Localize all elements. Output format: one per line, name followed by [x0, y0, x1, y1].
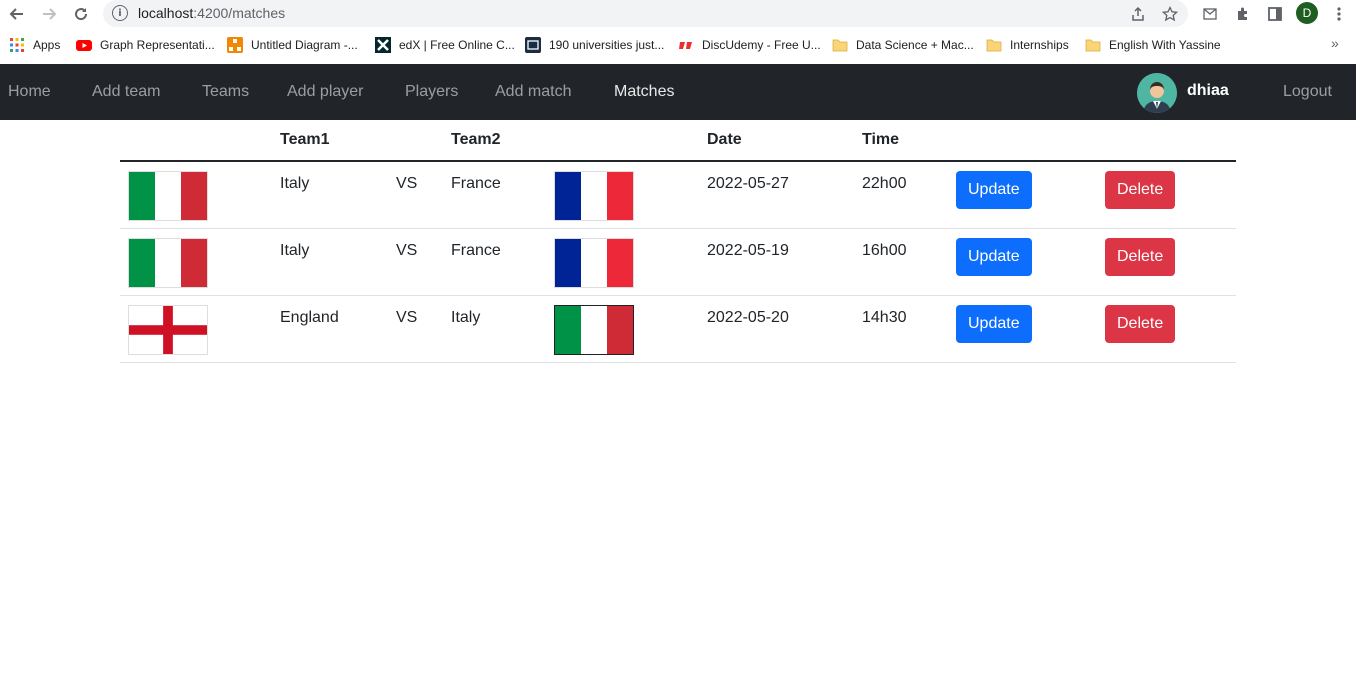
update-button[interactable]: Update: [956, 171, 1032, 209]
nav-link-add-match[interactable]: Add match: [495, 83, 571, 101]
nav-link-teams[interactable]: Teams: [202, 83, 249, 101]
bookmark-190-universities[interactable]: 190 universities just...: [525, 37, 664, 53]
folder-icon: [986, 39, 1002, 52]
bookmarks-bar: Apps Graph Representati... Untitled Diag…: [0, 32, 1356, 58]
logout-link[interactable]: Logout: [1283, 83, 1332, 101]
italy-flag-icon: [128, 171, 208, 221]
team1-name: England: [280, 308, 339, 326]
match-time: 16h00: [862, 241, 907, 259]
bookmark-internships[interactable]: Internships: [986, 37, 1069, 53]
england-flag-icon: [128, 304, 208, 355]
mail-icon[interactable]: [1199, 3, 1221, 25]
nav-link-matches[interactable]: Matches: [614, 83, 674, 101]
browser-toolbar: i localhost:4200/matches D: [0, 0, 1356, 28]
address-bar[interactable]: i localhost:4200/matches: [103, 0, 1188, 27]
discudemy-icon: [679, 42, 692, 49]
bookmark-english-with-yassine[interactable]: English With Yassine: [1085, 37, 1221, 53]
chevron-double-right-icon[interactable]: »: [1331, 35, 1339, 51]
bookmark-graph-representation[interactable]: Graph Representati...: [76, 37, 215, 53]
france-flag-icon: [554, 171, 634, 221]
table-row: Italy VS France 2022-05-19 16h00 Update …: [120, 228, 1236, 296]
bookmark-discudemy[interactable]: DiscUdemy - Free U...: [678, 37, 821, 53]
match-date: 2022-05-20: [707, 308, 789, 326]
app-navbar: Home Add team Teams Add player Players A…: [0, 64, 1356, 120]
header-delete: [1105, 120, 1236, 162]
italy-flag-icon: [128, 237, 208, 288]
header-team1: Team1: [280, 120, 396, 162]
edx-icon: [375, 37, 391, 53]
nav-link-add-team[interactable]: Add team: [92, 83, 160, 101]
matches-table: Team1 Team2 Date Time Italy VS France 20…: [120, 120, 1236, 363]
header-time: Time: [862, 120, 956, 162]
bookmark-apps[interactable]: Apps: [9, 37, 60, 53]
reload-icon[interactable]: [69, 2, 93, 26]
drawio-icon: [227, 37, 243, 53]
table-header-row: Team1 Team2 Date Time: [120, 120, 1236, 162]
nav-link-home[interactable]: Home: [8, 83, 51, 101]
team2-name: France: [451, 241, 501, 259]
star-bookmark-icon[interactable]: [1160, 4, 1180, 24]
header-flag1: [120, 120, 280, 162]
apps-grid-icon: [10, 38, 24, 52]
match-time: 22h00: [862, 175, 907, 192]
forward-arrow-icon[interactable]: [37, 2, 61, 26]
side-panel-icon[interactable]: [1264, 3, 1286, 25]
team2-name: Italy: [451, 308, 481, 326]
match-time: 14h30: [862, 308, 907, 326]
header-flag2: [554, 120, 707, 162]
team1-name: Italy: [280, 241, 310, 259]
site-info-icon[interactable]: i: [112, 5, 128, 21]
vs-label: VS: [396, 175, 418, 192]
vs-label: VS: [396, 241, 418, 259]
kebab-menu-icon[interactable]: [1328, 3, 1350, 25]
delete-button[interactable]: Delete: [1105, 237, 1176, 276]
header-date: Date: [707, 120, 862, 162]
share-icon[interactable]: [1128, 4, 1148, 24]
news-icon: [525, 37, 541, 53]
vs-label: VS: [396, 308, 418, 326]
url-text: localhost:4200/matches: [138, 5, 286, 21]
bookmark-data-science[interactable]: Data Science + Mac...: [832, 37, 974, 53]
italy-flag-icon: [554, 304, 634, 355]
nav-link-players[interactable]: Players: [405, 83, 458, 101]
header-update: [956, 120, 1105, 162]
back-arrow-icon[interactable]: [5, 2, 29, 26]
user-avatar[interactable]: [1137, 73, 1177, 113]
delete-button[interactable]: Delete: [1105, 304, 1176, 343]
team2-name: France: [451, 175, 501, 192]
france-flag-icon: [554, 237, 634, 288]
team1-name: Italy: [280, 175, 310, 192]
delete-button[interactable]: Delete: [1105, 171, 1176, 209]
bookmark-edx[interactable]: edX | Free Online C...: [375, 37, 515, 53]
profile-avatar[interactable]: D: [1296, 2, 1318, 24]
youtube-icon: [76, 40, 92, 51]
match-date: 2022-05-19: [707, 241, 789, 259]
update-button[interactable]: Update: [956, 237, 1032, 276]
table-row: England VS Italy 2022-05-20 14h30 Update…: [120, 295, 1236, 363]
match-date: 2022-05-27: [707, 175, 789, 192]
table-row: Italy VS France 2022-05-27 22h00 Update …: [120, 161, 1236, 229]
extensions-puzzle-icon[interactable]: [1232, 3, 1254, 25]
header-vs: [396, 120, 451, 162]
header-team2: Team2: [451, 120, 554, 162]
folder-icon: [832, 39, 848, 52]
bookmark-untitled-diagram[interactable]: Untitled Diagram -...: [227, 37, 358, 53]
update-button[interactable]: Update: [956, 304, 1032, 343]
username-label: dhiaa: [1187, 82, 1229, 99]
folder-icon: [1085, 39, 1101, 52]
nav-link-add-player[interactable]: Add player: [287, 83, 364, 101]
